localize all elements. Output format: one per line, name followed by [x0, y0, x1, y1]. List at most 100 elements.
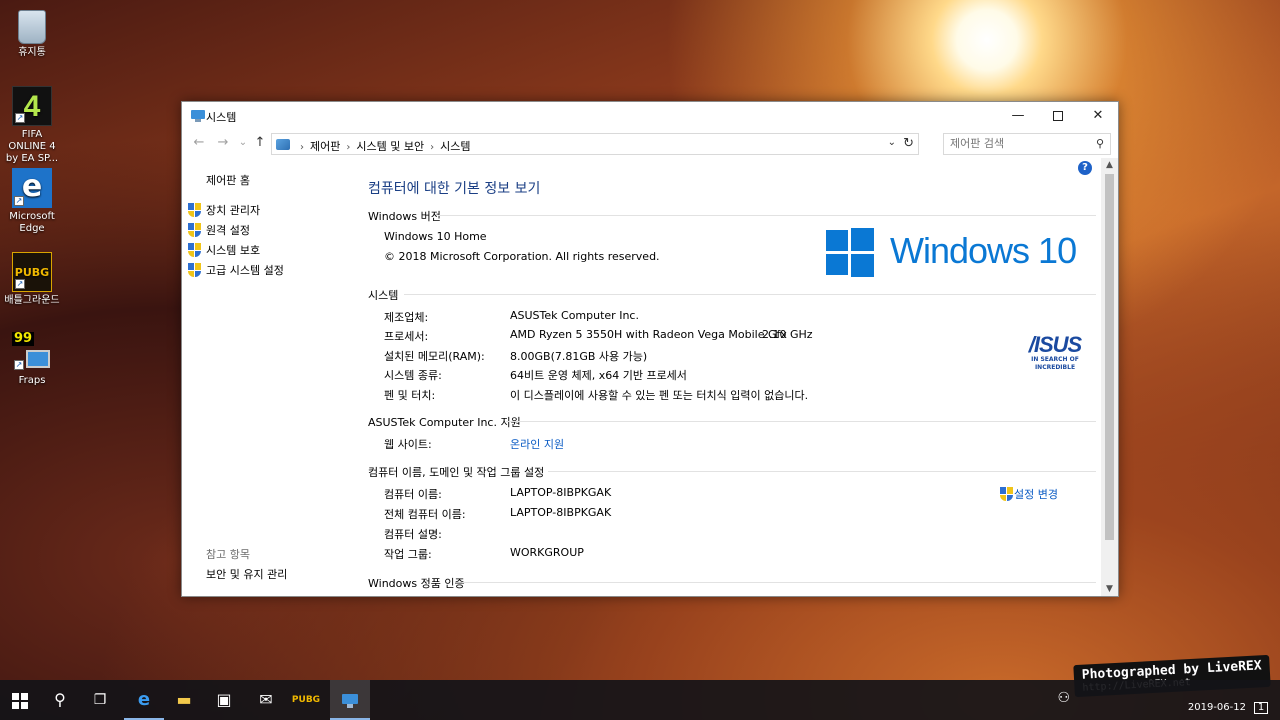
- section-computer-name: 컴퓨터 이름, 도메인 및 작업 그룹 설정: [368, 466, 545, 479]
- processor-value: AMD Ryzen 5 3550H with Radeon Vega Mobil…: [510, 328, 787, 341]
- desktop-icon-label: Fraps: [18, 375, 46, 386]
- computer-name-value: LAPTOP-8IBPKGAK: [510, 486, 612, 499]
- windows-10-logo-text: Windows 10: [890, 230, 1077, 271]
- navigation-bar: ← → ⌄ ↑ › 제어판 › 시스템 및 보안 › 시스템 ⌄ ↻ ⚲: [182, 130, 1118, 158]
- pubg-icon: PUBG ↗: [12, 252, 52, 292]
- see-also-heading: 참고 항목: [206, 548, 250, 561]
- taskbar-date[interactable]: 2019-06-12: [1188, 702, 1246, 713]
- taskbar-edge[interactable]: e: [124, 680, 164, 720]
- online-support-link[interactable]: 온라인 지원: [510, 436, 564, 452]
- desktop-icon-recycle-bin[interactable]: 휴지통: [4, 6, 60, 59]
- breadcrumb-separator-icon[interactable]: ›: [430, 142, 434, 153]
- store-bag-icon: ▣: [216, 690, 232, 709]
- taskbar-system-window[interactable]: [330, 680, 370, 720]
- full-computer-name-label: 전체 컴퓨터 이름:: [384, 508, 466, 521]
- up-button[interactable]: ↑: [251, 135, 269, 150]
- task-view-button[interactable]: ❐: [80, 680, 120, 720]
- uac-shield-icon: [1000, 487, 1013, 501]
- desktop-icon-microsoft-edge[interactable]: e ↗ Microsoft Edge: [4, 168, 60, 235]
- address-dropdown-icon[interactable]: ⌄: [888, 137, 896, 148]
- section-divider: [506, 421, 1096, 422]
- section-divider: [462, 582, 1096, 583]
- maximize-icon: [1053, 110, 1063, 121]
- section-divider: [438, 215, 1096, 216]
- help-icon[interactable]: ?: [1078, 161, 1092, 175]
- system-window-icon: [191, 110, 205, 122]
- fraps-icon: 99 ↗: [12, 332, 52, 372]
- title-bar[interactable]: 시스템 — ✕: [182, 102, 1118, 130]
- search-button[interactable]: ⚲: [40, 680, 80, 720]
- asus-logo-text: /ISUS: [1028, 332, 1082, 357]
- section-divider: [404, 294, 1096, 295]
- breadcrumb-separator-icon: ›: [300, 142, 304, 153]
- system-window-icon: [342, 693, 358, 708]
- desktop-icon-fraps[interactable]: 99 ↗ Fraps: [4, 332, 60, 387]
- system-window: 시스템 — ✕ ← → ⌄ ↑ ›제어판›시스템 및 보안›시스템 ⌄ ↻ ⚲ …: [181, 101, 1119, 597]
- shortcut-arrow-icon: ↗: [15, 279, 25, 289]
- processor-label: 프로세서:: [384, 330, 429, 343]
- desktop-icon-label: 배틀그라운드: [4, 295, 60, 306]
- manufacturer-label: 제조업체:: [384, 311, 429, 324]
- vertical-scrollbar[interactable]: ▲ ▼: [1101, 158, 1118, 596]
- taskbar-mail[interactable]: ✉: [246, 680, 286, 720]
- pen-touch-label: 펜 및 터치:: [384, 389, 436, 402]
- back-button[interactable]: ←: [190, 135, 208, 150]
- advanced-system-settings-link[interactable]: 고급 시스템 설정: [188, 262, 284, 278]
- recent-locations-button[interactable]: ⌄: [234, 137, 252, 148]
- section-windows-edition: Windows 버전: [368, 210, 441, 223]
- control-panel-icon: [276, 139, 290, 150]
- memory-label: 설치된 메모리(RAM):: [384, 350, 485, 363]
- mail-icon: ✉: [259, 690, 273, 709]
- desktop-icon-label: FIFA ONLINE 4 by EA SP...: [5, 129, 59, 164]
- website-label: 웹 사이트:: [384, 438, 432, 451]
- breadcrumb-control-panel[interactable]: 제어판: [310, 140, 340, 153]
- taskbar-store[interactable]: ▣: [204, 680, 244, 720]
- workgroup-label: 작업 그룹:: [384, 548, 432, 561]
- taskbar-pubg[interactable]: PUBG: [286, 680, 326, 720]
- scroll-up-icon[interactable]: ▲: [1101, 160, 1118, 170]
- action-center-icon[interactable]: 1: [1254, 702, 1268, 714]
- taskbar-file-explorer[interactable]: ▬: [164, 680, 204, 720]
- uac-shield-icon: [188, 263, 201, 277]
- uac-shield-icon: [188, 203, 201, 217]
- breadcrumb-separator-icon[interactable]: ›: [346, 142, 350, 153]
- remote-settings-link[interactable]: 원격 설정: [188, 222, 250, 238]
- windows-edition-name: Windows 10 Home: [384, 230, 487, 243]
- people-icon[interactable]: ⚇: [1057, 690, 1070, 706]
- section-divider: [548, 471, 1096, 472]
- refresh-icon[interactable]: ↻: [903, 136, 914, 151]
- close-button[interactable]: ✕: [1078, 102, 1118, 130]
- maximize-button[interactable]: [1038, 102, 1078, 130]
- search-icon[interactable]: ⚲: [1096, 137, 1104, 150]
- change-settings-link[interactable]: 설정 변경: [1000, 486, 1058, 502]
- start-button[interactable]: [0, 680, 40, 720]
- section-system: 시스템: [368, 289, 399, 302]
- computer-name-label: 컴퓨터 이름:: [384, 488, 442, 501]
- control-panel-home-link[interactable]: 제어판 홈: [206, 172, 250, 188]
- breadcrumb-system-security[interactable]: 시스템 및 보안: [356, 140, 424, 153]
- desktop-icon-battlegrounds[interactable]: PUBG ↗ 배틀그라운드: [4, 252, 60, 307]
- task-view-icon: ❐: [93, 692, 107, 708]
- minimize-button[interactable]: —: [998, 102, 1038, 130]
- edge-icon: e: [137, 689, 151, 710]
- scrollbar-thumb[interactable]: [1105, 174, 1114, 540]
- forward-button[interactable]: →: [214, 135, 232, 150]
- security-maintenance-link[interactable]: 보안 및 유지 관리: [206, 566, 287, 582]
- device-manager-link[interactable]: 장치 관리자: [188, 202, 260, 218]
- scroll-down-icon[interactable]: ▼: [1101, 584, 1118, 594]
- window-title: 시스템: [206, 111, 237, 124]
- pubg-icon: PUBG: [291, 695, 321, 705]
- system-protection-link[interactable]: 시스템 보호: [188, 242, 260, 258]
- search-icon: ⚲: [54, 690, 66, 709]
- desktop-icon-fifa-online[interactable]: 4 ↗ FIFA ONLINE 4 by EA SP...: [4, 86, 60, 165]
- desktop-icon-label: 휴지통: [18, 47, 46, 58]
- edge-icon: e ↗: [12, 168, 52, 208]
- search-input[interactable]: [950, 137, 1090, 150]
- workgroup-value: WORKGROUP: [510, 546, 584, 559]
- breadcrumb-system[interactable]: 시스템: [440, 140, 470, 153]
- search-box[interactable]: ⚲: [943, 133, 1111, 155]
- address-bar[interactable]: › 제어판 › 시스템 및 보안 › 시스템 ⌄ ↻: [271, 133, 919, 155]
- page-title: 컴퓨터에 대한 기본 정보 보기: [368, 181, 541, 197]
- uac-shield-icon: [188, 243, 201, 257]
- desktop-icon-label: Microsoft Edge: [9, 211, 55, 234]
